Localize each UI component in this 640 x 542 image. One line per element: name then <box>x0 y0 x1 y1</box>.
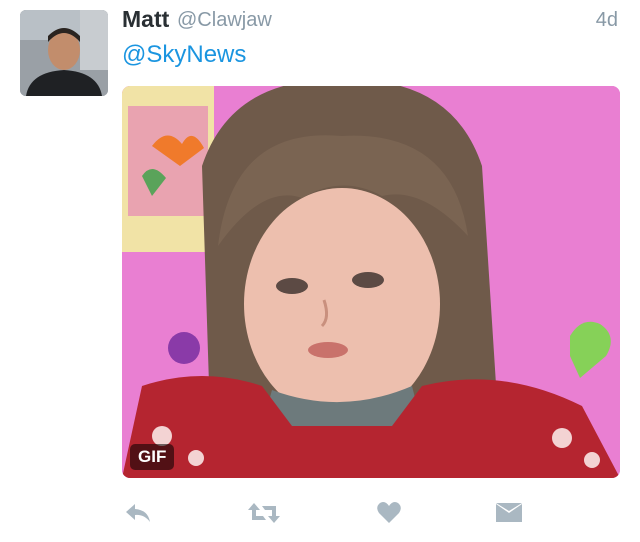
reply-button[interactable] <box>122 498 154 528</box>
tweet-text-mention[interactable]: @SkyNews <box>122 41 246 69</box>
reply-icon <box>126 504 150 522</box>
author-handle[interactable]: @Clawjaw <box>177 9 272 32</box>
like-button[interactable] <box>374 498 404 528</box>
avatar[interactable] <box>20 10 108 96</box>
gif-badge: GIF <box>130 444 175 470</box>
heart-icon <box>377 502 401 523</box>
tweet-actions <box>0 498 640 528</box>
avatar-image <box>20 10 108 96</box>
retweet-button[interactable] <box>246 498 282 528</box>
timestamp[interactable]: 4d <box>596 9 618 32</box>
gif-frame-image <box>122 86 620 478</box>
author-name[interactable]: Matt <box>122 6 169 33</box>
message-button[interactable] <box>494 498 524 528</box>
envelope-icon <box>496 503 522 522</box>
retweet-icon <box>248 503 280 523</box>
gif-media[interactable]: GIF <box>122 86 620 478</box>
